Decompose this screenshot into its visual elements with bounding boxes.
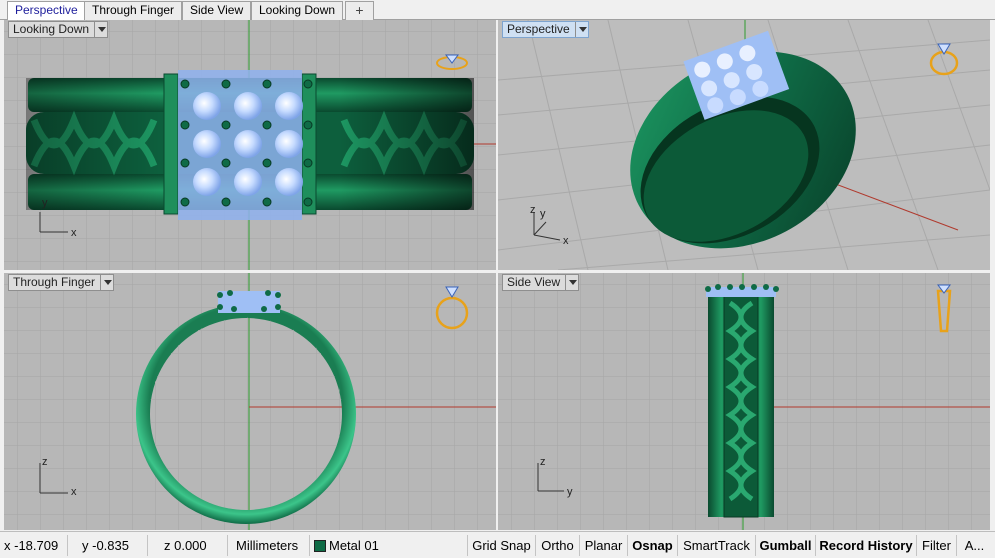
ring-top-icon: [436, 54, 468, 70]
more-status-button[interactable]: A...: [956, 535, 992, 556]
osnap-button[interactable]: Osnap: [627, 535, 677, 556]
triad-label-y: y: [567, 486, 573, 498]
viewport-title-text: Looking Down: [13, 22, 90, 36]
tab-side-view[interactable]: Side View: [182, 1, 252, 20]
tab-through-finger[interactable]: Through Finger: [84, 1, 183, 20]
planar-button[interactable]: Planar: [579, 535, 627, 556]
smarttrack-button[interactable]: SmartTrack: [677, 535, 755, 556]
status-bar: x -18.709 y -0.835 z 0.000 Millimeters M…: [0, 531, 995, 558]
triad-label-z: z: [42, 456, 48, 468]
viewport-title-side-view[interactable]: Side View: [502, 274, 580, 291]
filter-button[interactable]: Filter: [916, 535, 956, 556]
triad-label-y: y: [540, 208, 546, 220]
triad-label-x: x: [71, 486, 77, 498]
units-display[interactable]: Millimeters: [228, 535, 310, 556]
layer-color-swatch: [314, 540, 326, 552]
viewport-title-looking-down[interactable]: Looking Down: [8, 21, 109, 38]
viewport-side-view[interactable]: z y Side View: [498, 273, 990, 530]
triad-label-x: x: [71, 227, 77, 239]
add-tab-button[interactable]: +: [345, 1, 374, 20]
grid-snap-button[interactable]: Grid Snap: [467, 535, 535, 556]
viewport-title-text: Through Finger: [13, 275, 96, 289]
viewport-title-text: Perspective: [507, 22, 570, 36]
triad-label-z: z: [530, 204, 536, 216]
coord-x-readout: x -18.709: [0, 535, 68, 556]
triad-label-z: z: [540, 456, 546, 468]
coord-z-readout: z 0.000: [148, 535, 228, 556]
gem-grid: [193, 92, 303, 196]
viewport-title-text: Side View: [507, 275, 561, 289]
layer-name: Metal 01: [329, 538, 379, 553]
through-finger-scene: z x: [4, 273, 496, 530]
perspective-scene: z y x: [498, 20, 990, 270]
dropdown-arrow-icon[interactable]: [574, 22, 588, 37]
viewport-perspective[interactable]: z y x Perspective: [498, 20, 990, 270]
triad-label-x: x: [563, 235, 569, 247]
current-layer[interactable]: Metal 01: [310, 535, 468, 556]
coord-y-readout: y -0.835: [68, 535, 148, 556]
dropdown-arrow-icon[interactable]: [94, 22, 107, 37]
dropdown-arrow-icon[interactable]: [100, 275, 113, 290]
side-view-scene: z y: [498, 273, 990, 530]
looking-down-scene: y x: [4, 20, 496, 270]
gumball-button[interactable]: Gumball: [755, 535, 815, 556]
ortho-button[interactable]: Ortho: [535, 535, 579, 556]
tab-looking-down[interactable]: Looking Down: [251, 1, 344, 20]
viewport-through-finger[interactable]: z x Through Finger: [4, 273, 496, 530]
record-history-button[interactable]: Record History: [815, 535, 916, 556]
ring-front-icon: [435, 286, 469, 330]
viewport-title-through-finger[interactable]: Through Finger: [8, 274, 115, 291]
viewport-looking-down[interactable]: y x Looking Down: [4, 20, 496, 270]
tab-perspective[interactable]: Perspective: [7, 1, 86, 21]
ring-perspective-icon: [929, 43, 959, 76]
triad-label-y: y: [42, 197, 48, 209]
dropdown-arrow-icon[interactable]: [565, 275, 578, 290]
viewport-title-perspective[interactable]: Perspective: [502, 21, 589, 38]
ring-side-icon: [936, 284, 952, 333]
viewport-tab-bar: Perspective Through Finger Side View Loo…: [0, 0, 995, 21]
